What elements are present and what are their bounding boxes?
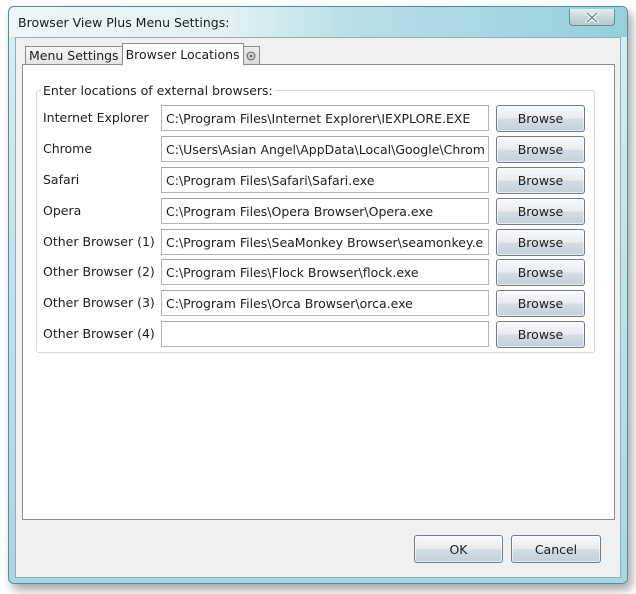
ok-button[interactable]: OK [414, 535, 503, 563]
row-label: Safari [43, 172, 80, 187]
dialog-client-area: Menu Settings Browser Locations Enter lo… [15, 37, 621, 578]
other-browser-4-path-input[interactable] [161, 321, 489, 347]
browse-button-other-2[interactable]: Browse [496, 259, 585, 286]
safari-path-input[interactable] [161, 167, 489, 193]
tab-strip: Menu Settings Browser Locations [25, 43, 260, 65]
browse-button-safari[interactable]: Browse [496, 167, 585, 194]
browser-row-chrome: Chrome Browse [37, 136, 594, 163]
settings-dialog: Browser View Plus Menu Settings: Menu Se… [8, 6, 628, 584]
internet-explorer-path-input[interactable] [161, 105, 489, 131]
browse-button-other-1[interactable]: Browse [496, 229, 585, 256]
row-label: Opera [43, 203, 82, 218]
browser-row-opera: Opera Browse [37, 198, 594, 225]
browser-locations-group: Enter locations of external browsers: In… [36, 83, 595, 353]
tab-browser-locations[interactable]: Browser Locations [121, 43, 244, 65]
browser-row-other-3: Other Browser (3) Browse [37, 290, 594, 317]
close-button[interactable] [569, 9, 615, 26]
cancel-button[interactable]: Cancel [511, 535, 601, 563]
browse-button-other-4[interactable]: Browse [496, 321, 585, 348]
circle-dot-icon [246, 51, 256, 61]
browse-button-chrome[interactable]: Browse [496, 136, 585, 163]
browser-row-safari: Safari Browse [37, 167, 594, 194]
other-browser-1-path-input[interactable] [161, 229, 489, 255]
browser-row-other-4: Other Browser (4) Browse [37, 321, 594, 348]
browse-button-opera[interactable]: Browse [496, 198, 585, 225]
browser-row-other-1: Other Browser (1) Browse [37, 229, 594, 256]
tab-menu-settings[interactable]: Menu Settings [25, 46, 123, 65]
row-label: Other Browser (1) [43, 234, 155, 249]
browse-button-other-3[interactable]: Browse [496, 290, 585, 317]
row-label: Internet Explorer [43, 110, 149, 125]
browser-row-other-2: Other Browser (2) Browse [37, 259, 594, 286]
tab-extra[interactable] [242, 46, 260, 65]
group-legend: Enter locations of external browsers: [41, 83, 275, 98]
chrome-path-input[interactable] [161, 136, 489, 162]
row-label: Other Browser (3) [43, 295, 155, 310]
title-bar[interactable]: Browser View Plus Menu Settings: [9, 7, 627, 37]
other-browser-2-path-input[interactable] [161, 259, 489, 285]
tab-panel-browser-locations: Enter locations of external browsers: In… [22, 64, 615, 520]
window-title: Browser View Plus Menu Settings: [18, 15, 230, 30]
row-label: Chrome [43, 141, 93, 156]
row-label: Other Browser (2) [43, 264, 155, 279]
other-browser-3-path-input[interactable] [161, 290, 489, 316]
browse-button-internet-explorer[interactable]: Browse [496, 105, 585, 132]
close-icon [585, 11, 599, 23]
opera-path-input[interactable] [161, 198, 489, 224]
row-label: Other Browser (4) [43, 326, 155, 341]
browser-row-internet-explorer: Internet Explorer Browse [37, 105, 594, 132]
